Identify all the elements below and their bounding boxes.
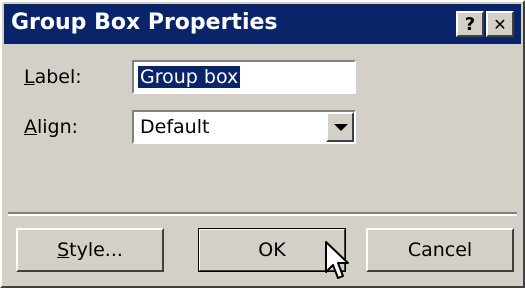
close-button[interactable]: ✕ bbox=[486, 11, 514, 37]
separator bbox=[8, 212, 517, 216]
cancel-button[interactable]: Cancel bbox=[366, 228, 514, 272]
align-dropdown-button[interactable] bbox=[326, 112, 354, 142]
dialog-title: Group Box Properties bbox=[11, 10, 278, 35]
chevron-down-icon bbox=[334, 124, 348, 131]
align-dropdown[interactable]: Default bbox=[132, 110, 356, 144]
mouse-pointer-icon bbox=[325, 241, 349, 279]
help-icon: ? bbox=[464, 13, 476, 35]
close-icon: ✕ bbox=[493, 14, 507, 34]
cancel-button-label: Cancel bbox=[407, 239, 473, 261]
group-box-properties-dialog: Group Box Properties ? ✕ Label: Group bo… bbox=[0, 0, 525, 288]
ok-button-label: OK bbox=[258, 239, 286, 261]
label-field-label: Label: bbox=[24, 66, 82, 88]
align-field-label: Align: bbox=[24, 116, 79, 138]
label-input[interactable]: Group box bbox=[132, 60, 356, 94]
align-dropdown-value: Default bbox=[140, 116, 210, 138]
label-input-value: Group box bbox=[138, 66, 241, 88]
style-button[interactable]: Style... bbox=[16, 228, 164, 272]
help-button[interactable]: ? bbox=[456, 11, 484, 37]
style-button-label: Style... bbox=[57, 239, 123, 261]
title-bar[interactable]: Group Box Properties ? ✕ bbox=[4, 4, 521, 44]
